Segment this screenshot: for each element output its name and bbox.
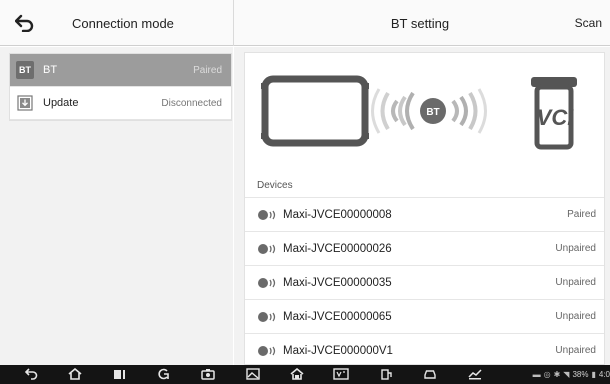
nav-search-icon[interactable] xyxy=(156,367,172,381)
bt-setting-title-wrap: BT setting xyxy=(234,16,610,31)
nav-home-icon[interactable] xyxy=(67,367,83,381)
nav-diagnose-icon[interactable] xyxy=(467,367,483,381)
mode-label: Update xyxy=(43,97,79,109)
message-icon: ▬ xyxy=(532,370,541,379)
nav-shortcut-home-icon[interactable] xyxy=(289,367,305,381)
mode-item-bt[interactable]: BT BT Paired xyxy=(10,54,231,87)
bluetooth-device-icon xyxy=(258,277,276,288)
update-icon xyxy=(16,94,34,112)
nav-vci-icon[interactable] xyxy=(333,367,349,381)
tablet-icon xyxy=(261,75,369,147)
vci-logo-text: VCI xyxy=(537,105,575,130)
bt-setting-title: BT setting xyxy=(390,16,450,31)
devices-label: Devices xyxy=(257,180,293,191)
device-row[interactable]: Maxi-JVCE00000035 Unpaired xyxy=(245,265,604,299)
connection-mode-panel: BT BT Paired Update Disconnected xyxy=(0,47,233,365)
mode-item-update[interactable]: Update Disconnected xyxy=(10,87,231,120)
bluetooth-status-icon: ✱ xyxy=(553,370,561,379)
device-name: Maxi-JVCE000000V1 xyxy=(283,344,393,357)
device-status: Unpaired xyxy=(555,345,596,356)
bt-setting-panel: BT VCI Devices Maxi-JVCE00000008 Paired … xyxy=(234,47,610,365)
nav-car-icon[interactable] xyxy=(422,367,438,381)
device-row[interactable]: Maxi-JVCE00000026 Unpaired xyxy=(245,231,604,265)
status-area: ▬ ◎ ✱ ◥ 38% ▮ 4:0 xyxy=(533,365,610,384)
bluetooth-device-icon xyxy=(258,311,276,322)
page-title: Connection mode xyxy=(72,16,174,31)
system-navigation-bar: ▬ ◎ ✱ ◥ 38% ▮ 4:0 xyxy=(0,365,610,384)
mode-status: Disconnected xyxy=(161,97,222,109)
settings-icon: ◎ xyxy=(543,370,551,379)
device-name: Maxi-JVCE00000008 xyxy=(283,208,392,221)
mode-list: BT BT Paired Update Disconnected xyxy=(9,53,232,121)
vci-device-icon: VCI xyxy=(531,77,577,150)
bluetooth-device-icon xyxy=(258,243,276,254)
back-arrow-icon xyxy=(15,14,34,32)
nav-gallery-icon[interactable] xyxy=(245,367,261,381)
device-status: Unpaired xyxy=(555,277,596,288)
device-list: Maxi-JVCE00000008 Paired Maxi-JVCE000000… xyxy=(245,197,604,364)
scan-button[interactable]: Scan xyxy=(575,16,602,30)
nav-back-icon[interactable] xyxy=(24,367,40,381)
battery-level: 38% xyxy=(572,370,589,379)
title-bar: Connection mode BT setting Scan xyxy=(0,0,610,46)
device-row[interactable]: Maxi-JVCE00000008 Paired xyxy=(245,197,604,231)
mode-label: BT xyxy=(43,64,58,76)
back-button[interactable] xyxy=(12,10,38,36)
device-status: Unpaired xyxy=(555,243,596,254)
nav-tool-icon[interactable] xyxy=(378,367,394,381)
device-name: Maxi-JVCE00000035 xyxy=(283,276,392,289)
clock: 4:0 xyxy=(598,370,610,379)
connection-illustration: BT VCI xyxy=(261,75,577,150)
mode-status: Paired xyxy=(193,64,222,76)
device-row[interactable]: Maxi-JVCE00000065 Unpaired xyxy=(245,299,604,333)
device-status: Unpaired xyxy=(555,311,596,322)
device-name: Maxi-JVCE00000026 xyxy=(283,242,392,255)
nav-recent-apps-icon[interactable] xyxy=(112,367,128,381)
bluetooth-signal-icon: BT xyxy=(371,88,487,134)
wifi-icon: ◥ xyxy=(563,370,570,379)
device-name: Maxi-JVCE00000065 xyxy=(283,310,392,323)
bluetooth-device-icon xyxy=(258,345,276,356)
bt-icon: BT xyxy=(16,61,34,79)
bt-badge-text: BT xyxy=(426,107,439,118)
bluetooth-device-icon xyxy=(258,209,276,220)
nav-camera-icon[interactable] xyxy=(200,367,216,381)
device-row[interactable]: Maxi-JVCE000000V1 Unpaired xyxy=(245,333,604,364)
bt-setting-card: BT VCI Devices Maxi-JVCE00000008 Paired … xyxy=(244,52,605,365)
device-status: Paired xyxy=(567,209,596,220)
battery-icon: ▮ xyxy=(591,370,596,379)
